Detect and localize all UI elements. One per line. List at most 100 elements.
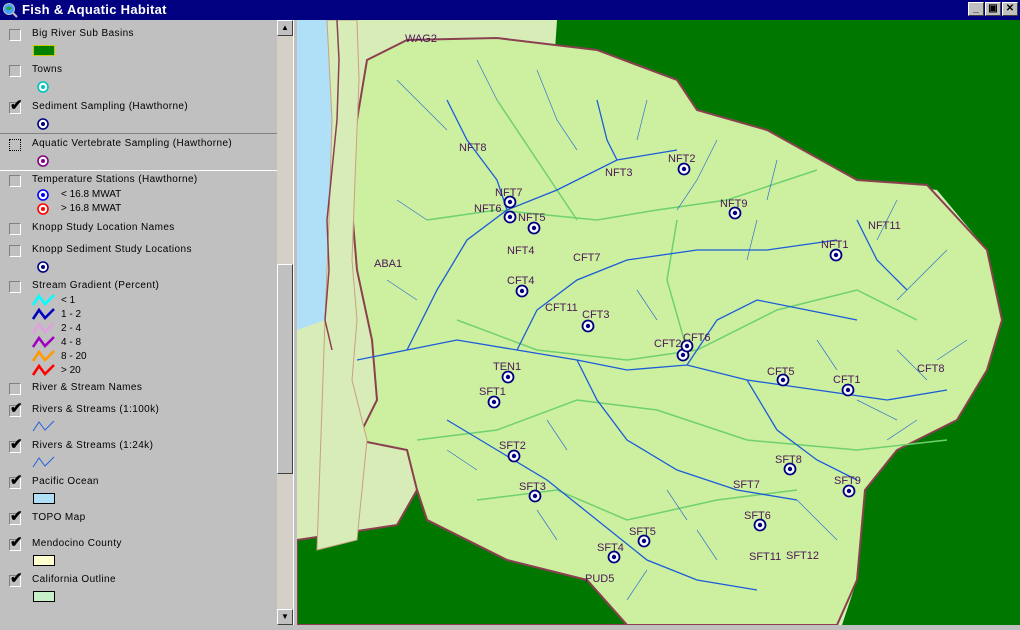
legend-line-symbol-icon: [32, 293, 55, 306]
map-label-sft1: SFT1: [479, 386, 506, 398]
layer-name: Sediment Sampling (Hawthorne): [32, 101, 189, 112]
map-label-cft2: CFT2: [654, 338, 682, 350]
legend-line-symbol-icon: [32, 420, 55, 432]
minimize-button[interactable]: _: [968, 2, 984, 16]
layer-california-outline[interactable]: ✔ California Outline: [0, 570, 277, 604]
layer-name: Mendocino County: [32, 538, 122, 549]
checkmark-icon: ✔: [10, 534, 23, 551]
scroll-down-button[interactable]: ▼: [277, 609, 293, 625]
layer-visibility-checkbox[interactable]: ✔: [9, 401, 23, 417]
station-marker-nft1[interactable]: [829, 248, 843, 262]
map-label-nft5: NFT5: [518, 212, 546, 224]
layer-aquatic-vertebrate-sampling[interactable]: Aquatic Vertebrate Sampling (Hawthorne): [0, 133, 277, 171]
map-label-cft6: CFT6: [683, 332, 711, 344]
layer-knopp-study-location-names[interactable]: Knopp Study Location Names: [0, 218, 277, 240]
legend-swatch: [33, 555, 55, 566]
map-label-nft7: NFT7: [495, 187, 523, 199]
layer-name: California Outline: [32, 574, 116, 585]
layer-topo-map[interactable]: ✔ TOPO Map: [0, 508, 277, 532]
layer-visibility-checkbox[interactable]: [9, 223, 21, 235]
layer-name: Rivers & Streams (1:100k): [32, 404, 160, 415]
map-canvas[interactable]: WAG2 NFT8 NFT2 NFT3 NFT7 NFT6 NFT5 NFT9 NFT11 NFT…: [296, 19, 1020, 626]
layer-visibility-checkbox[interactable]: [9, 139, 21, 151]
layer-visibility-checkbox[interactable]: ✔: [9, 535, 23, 551]
station-marker-ten1[interactable]: [501, 370, 515, 384]
layer-pacific-ocean[interactable]: ✔ Pacific Ocean: [0, 472, 277, 506]
legend-point-symbol-icon: [37, 261, 49, 273]
station-marker-cft4[interactable]: [515, 284, 529, 298]
station-marker-nft2[interactable]: [677, 162, 691, 176]
layer-visibility-checkbox[interactable]: ✔: [9, 509, 23, 525]
station-marker-sft2[interactable]: [507, 449, 521, 463]
station-marker-sft9[interactable]: [842, 484, 856, 498]
layer-name: Temperature Stations (Hawthorne): [32, 174, 198, 185]
layer-visibility-checkbox[interactable]: [9, 175, 21, 187]
layer-name: Aquatic Vertebrate Sampling (Hawthorne): [32, 138, 233, 149]
layer-visibility-checkbox[interactable]: [9, 29, 21, 41]
layer-knopp-sediment-study-locations[interactable]: Knopp Sediment Study Locations: [0, 240, 277, 274]
map-label-cft4: CFT4: [507, 275, 535, 287]
checkmark-icon: ✔: [10, 570, 23, 587]
layer-name: Knopp Sediment Study Locations: [32, 244, 192, 255]
close-button[interactable]: ✕: [1002, 2, 1018, 16]
layer-visibility-checkbox[interactable]: ✔: [9, 98, 23, 114]
checkmark-icon: ✔: [10, 472, 23, 489]
layer-visibility-checkbox[interactable]: ✔: [9, 473, 23, 489]
checkmark-icon: ✔: [10, 436, 23, 453]
legend-class-label: 1 - 2: [61, 309, 82, 320]
layer-stream-gradient[interactable]: Stream Gradient (Percent) < 1 1 - 2 2 - 4 4 …: [0, 276, 277, 376]
layer-towns[interactable]: Towns: [0, 60, 277, 96]
checkmark-icon: ✔: [10, 508, 23, 525]
layer-visibility-checkbox[interactable]: [9, 245, 21, 257]
scroll-up-arrow-icon: ▲: [281, 23, 289, 32]
layer-visibility-checkbox[interactable]: [9, 383, 21, 395]
app-globe-icon: [3, 3, 18, 18]
legend-line-symbol-icon: [32, 307, 55, 320]
legend-point-symbol-icon: [37, 118, 49, 130]
station-marker-cft3[interactable]: [581, 319, 595, 333]
window-controls: _ ▣ ✕: [967, 2, 1018, 16]
toc-scrollbar[interactable]: ▲ ▼: [277, 20, 293, 625]
legend-class-label: 4 - 8: [61, 337, 82, 348]
map-label-nft1: NFT1: [821, 239, 849, 251]
scroll-thumb[interactable]: [277, 264, 293, 474]
station-marker-nft5[interactable]: [527, 221, 541, 235]
legend-class-label: < 16.8 MWAT: [61, 189, 122, 200]
layer-name: Pacific Ocean: [32, 476, 99, 487]
map-label-ten1: TEN1: [493, 361, 521, 373]
layer-rivers-streams-100k[interactable]: ✔ Rivers & Streams (1:100k): [0, 400, 277, 434]
layer-temperature-stations[interactable]: Temperature Stations (Hawthorne) < 16.8 M…: [0, 170, 277, 216]
layer-big-river-sub-basins[interactable]: Big River Sub Basins: [0, 24, 277, 58]
layer-visibility-checkbox[interactable]: [9, 65, 21, 77]
map-label-cft8: CFT8: [917, 363, 945, 375]
map-label-nft2: NFT2: [668, 153, 696, 165]
layer-name: Big River Sub Basins: [32, 28, 134, 39]
layer-visibility-checkbox[interactable]: ✔: [9, 571, 23, 587]
layer-river-stream-names[interactable]: River & Stream Names: [0, 378, 277, 400]
legend-point-symbol-icon: [37, 203, 49, 215]
layer-name: Stream Gradient (Percent): [32, 280, 160, 291]
layer-name: Towns: [32, 64, 63, 75]
station-marker-cft1[interactable]: [841, 383, 855, 397]
layer-name: Rivers & Streams (1:24k): [32, 440, 154, 451]
layer-rivers-streams-24k[interactable]: ✔ Rivers & Streams (1:24k): [0, 436, 277, 470]
map-label-sft9: SFT9: [834, 475, 861, 487]
station-marker-nft6[interactable]: [503, 210, 517, 224]
map-label-pud5: PUD5: [585, 573, 614, 585]
layer-visibility-checkbox[interactable]: ✔: [9, 437, 23, 453]
station-marker-sft1[interactable]: [487, 395, 501, 409]
layer-visibility-checkbox[interactable]: [9, 281, 21, 293]
legend-line-symbol-icon: [32, 349, 55, 362]
legend-point-symbol-icon: [37, 155, 49, 167]
layer-name: River & Stream Names: [32, 382, 143, 393]
map-label-sft5: SFT5: [629, 526, 656, 538]
restore-button[interactable]: ▣: [985, 2, 1001, 16]
legend-swatch: [33, 45, 55, 56]
layer-sediment-sampling[interactable]: ✔ Sediment Sampling (Hawthorne): [0, 97, 277, 133]
layer-mendocino-county[interactable]: ✔ Mendocino County: [0, 534, 277, 568]
map-view[interactable]: WAG2 NFT8 NFT2 NFT3 NFT7 NFT6 NFT5 NFT9 NFT11 NFT…: [296, 19, 1020, 626]
legend-line-symbol-icon: [32, 321, 55, 334]
scroll-up-button[interactable]: ▲: [277, 20, 293, 36]
map-label-cft1: CFT1: [833, 374, 861, 386]
map-label-sft12: SFT12: [786, 550, 819, 562]
